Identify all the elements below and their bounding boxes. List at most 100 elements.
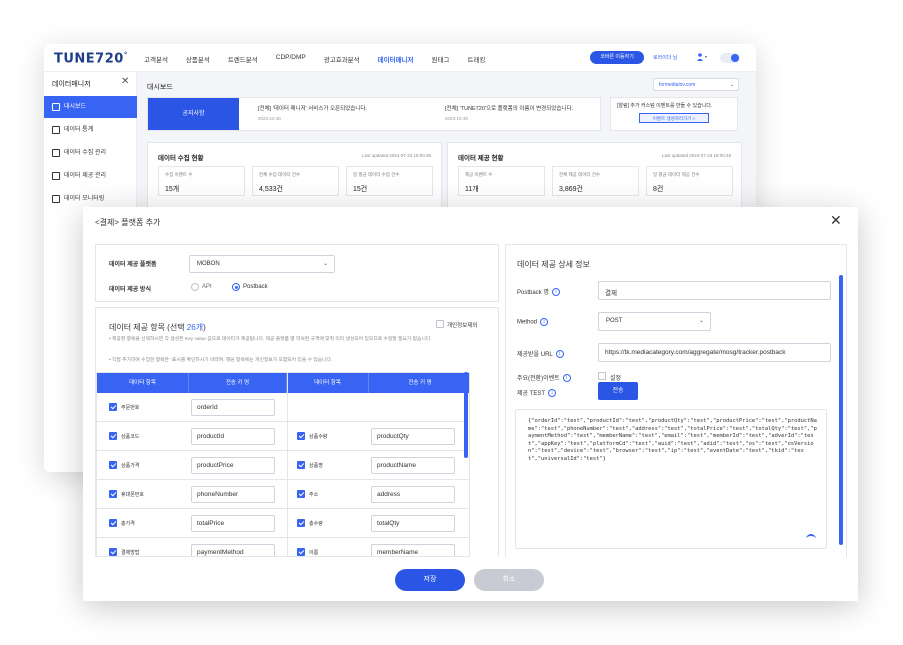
screen: TUNE720° 고객분석 상품분석 트렌드분석 CDP/DMP 광고효과분석 …	[0, 0, 903, 645]
items-note: • 제공할 항목을 선택하시면 각 생성된 Key value 값으로 데이터가…	[109, 337, 432, 342]
table-row: 총가격 totalPrice 총수량 totalQty	[97, 509, 469, 538]
save-button[interactable]: 저장	[395, 569, 465, 591]
send-test-button[interactable]: 전송	[598, 382, 638, 400]
stat-mini-card: 제공 이벤트 수 11개	[458, 166, 545, 196]
dashboard-icon	[52, 103, 60, 111]
info-icon[interactable]: i	[548, 389, 557, 398]
item-checkbox[interactable]	[109, 548, 117, 556]
notice-panel: 공지사항 [전체] '데이터 매니저' 서비스가 오픈되었습니다. 2023-1…	[147, 97, 601, 131]
item-checkbox[interactable]	[109, 403, 117, 411]
items-title: 데이터 제공 항목 (선택 26개)	[109, 323, 206, 332]
items-note: • 직접 추가하여 수집한 항목은 "표시를 확인하시기 바라며, 해당 항목에…	[109, 358, 333, 363]
person-icon[interactable]	[696, 53, 708, 61]
modal-title: <결제> 플랫폼 추가	[95, 218, 161, 227]
main-event-checkbox-label: 설정	[610, 376, 622, 382]
item-checkbox[interactable]	[297, 548, 305, 556]
key-input[interactable]: paymentMethod	[191, 544, 275, 556]
alert-panel: [알림] 추가 커스텀 이벤트를 만들 수 있습니다. 이벤트 생성하러가기 >	[610, 97, 738, 131]
app-logo[interactable]: TUNE720°	[54, 51, 128, 66]
url-input[interactable]: https://tk.mediacategory.com/aggregate/m…	[598, 343, 831, 362]
create-event-button[interactable]: 이벤트 생성하러가기 >	[639, 113, 709, 123]
table-row: 휴대폰번호 phoneNumber 주소 address	[97, 480, 469, 509]
platform-label: 데이터 제공 플랫폼	[109, 262, 157, 268]
table-row: 상품코드 productId 상품수량 productQty	[97, 422, 469, 451]
sidebar-item-provide[interactable]: 데이터 제공 관리	[44, 165, 137, 187]
sidebar-item-statistics[interactable]: 데이터 통계	[44, 119, 137, 141]
table-row: 결제방법 paymentMethod 이름 memberName	[97, 538, 469, 556]
stat-mini-card: 전체 수집 데이터 건수 4,533건	[252, 166, 339, 196]
platform-select[interactable]: MOBON ⌄	[189, 255, 335, 273]
item-checkbox[interactable]	[297, 490, 305, 498]
item-checkbox[interactable]	[297, 432, 305, 440]
detail-panel: 데이터 제공 상세 정보 Postback 명i 결제 Method i POST…	[505, 244, 847, 557]
privacy-exclude-checkbox[interactable]	[436, 320, 444, 328]
test-payload-textarea[interactable]: {"orderId":"test","productId":"test","pr…	[515, 409, 827, 549]
item-checkbox[interactable]	[109, 519, 117, 527]
radio-postback-label: Postback	[243, 284, 268, 290]
stat-mini-card: 전체 제공 데이터 건수 3,869건	[552, 166, 639, 196]
info-icon[interactable]: i	[562, 374, 571, 383]
add-platform-modal: <결제> 플랫폼 추가 ✕ 데이터 제공 플랫폼 MOBON ⌄ 데이터 제공 방…	[83, 207, 858, 601]
nav-item-data-manager[interactable]: 데이터매니저	[378, 54, 414, 64]
nav-item-trend[interactable]: 트렌드분석	[228, 54, 258, 64]
user-name[interactable]: 로라이더 님	[653, 54, 677, 61]
key-input[interactable]: productId	[191, 428, 275, 445]
key-input[interactable]: address	[371, 486, 455, 503]
key-input[interactable]: productName	[371, 457, 455, 474]
key-input[interactable]: memberName	[371, 544, 455, 556]
sidebar-close-icon[interactable]: ✕	[121, 76, 129, 87]
main-event-checkbox[interactable]	[598, 372, 606, 380]
item-checkbox[interactable]	[297, 461, 305, 469]
main-nav: 고객분석 상품분석 트렌드분석 CDP/DMP 광고효과분석 데이터매니저 원태…	[144, 54, 503, 64]
key-input[interactable]: productPrice	[191, 457, 275, 474]
info-icon[interactable]: i	[555, 350, 564, 359]
items-table: 데이터 항목 전송 키 명 데이터 항목 전송 키 명 주문번호 orderId…	[96, 372, 470, 557]
top-navigation-bar: TUNE720° 고객분석 상품분석 트렌드분석 CDP/DMP 광고효과분석 …	[44, 44, 756, 72]
move-button[interactable]: 코바른 이동하기	[590, 51, 644, 64]
item-checkbox[interactable]	[109, 461, 117, 469]
key-input[interactable]: totalPrice	[191, 515, 275, 532]
stat-mini-card: 일 평균 데이터 제공 건수 8건	[646, 166, 733, 196]
info-icon[interactable]: i	[540, 318, 549, 326]
test-label: 제공 TEST i	[517, 388, 557, 398]
nav-item-tracking[interactable]: 트래킹	[467, 54, 485, 64]
chevron-down-icon: ⌄	[698, 318, 704, 324]
nav-item-product[interactable]: 상품분석	[186, 54, 210, 64]
key-input[interactable]: totalQty	[371, 515, 455, 532]
key-input[interactable]: phoneNumber	[191, 486, 275, 503]
theme-toggle[interactable]	[720, 53, 740, 63]
sidebar-title: 데이터매니저	[52, 81, 91, 88]
nav-item-onetag[interactable]: 원태그	[432, 54, 450, 64]
table-header: 데이터 항목 전송 키 명 데이터 항목 전송 키 명	[97, 373, 469, 393]
http-method-select[interactable]: POST ⌄	[598, 312, 711, 331]
page-title: 대시보드	[147, 84, 173, 91]
item-checkbox[interactable]	[109, 490, 117, 498]
notice-label: 공지사항	[148, 98, 239, 130]
notice-item[interactable]: [전체] 'TUNE720'으로 플랫폼의 이름이 변경되었습니다. 2023-…	[445, 104, 615, 121]
info-icon[interactable]: i	[551, 288, 560, 297]
key-input[interactable]: orderId	[191, 399, 275, 416]
radio-postback[interactable]	[232, 283, 240, 291]
stat-mini-card: 수집 이벤트 수 15개	[158, 166, 245, 196]
detail-scrollbar[interactable]	[839, 275, 843, 545]
event-label: 주요(전환)이벤트 i	[517, 373, 571, 383]
notice-item[interactable]: [전체] '데이터 매니저' 서비스가 오픈되었습니다. 2023-10-30	[258, 104, 428, 121]
domain-select[interactable]: formedialov.com ⌄	[653, 78, 739, 91]
close-icon[interactable]: ✕	[830, 213, 842, 227]
sidebar-item-collect[interactable]: 데이터 수집 관리	[44, 142, 137, 164]
item-checkbox[interactable]	[109, 432, 117, 440]
detail-title: 데이터 제공 상세 정보	[517, 260, 590, 269]
radio-api[interactable]	[191, 283, 199, 291]
privacy-exclude-label: 개인정보제외	[447, 323, 478, 329]
table-scrollbar[interactable]	[464, 372, 468, 458]
postback-name-input[interactable]: 결제	[598, 281, 831, 300]
nav-item-cdp[interactable]: CDP/DMP	[276, 54, 306, 64]
nav-item-customer[interactable]: 고객분석	[144, 54, 168, 64]
key-input[interactable]: productQty	[371, 428, 455, 445]
stat-mini-card: 일 평균 데이터 수집 건수 15건	[346, 166, 433, 196]
nav-item-ad-effect[interactable]: 광고효과분석	[324, 54, 360, 64]
chevron-down-icon: ⌄	[322, 261, 328, 267]
item-checkbox[interactable]	[297, 519, 305, 527]
cancel-button[interactable]: 취소	[474, 569, 544, 591]
sidebar-item-dashboard[interactable]: 대시보드	[44, 96, 137, 118]
